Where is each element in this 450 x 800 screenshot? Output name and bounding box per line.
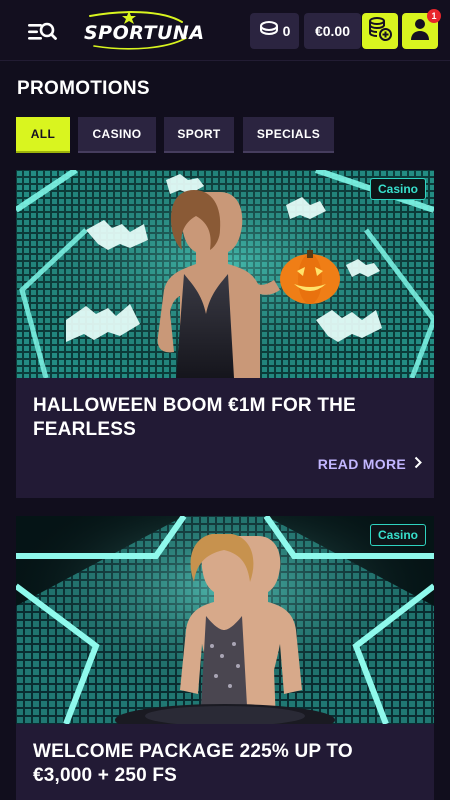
top-header: SPORTUNA 0 €0.00 1 xyxy=(0,0,450,61)
tab-label: SPORT xyxy=(177,127,221,141)
category-badge: Casino xyxy=(369,524,426,546)
promotion-image[interactable]: Casino xyxy=(16,170,434,378)
coins-count: 0 xyxy=(282,23,291,39)
coin-stack-icon xyxy=(259,20,279,43)
read-more-link[interactable]: READ MORE xyxy=(318,453,422,475)
promotion-image[interactable]: Casino xyxy=(16,516,434,724)
tab-label: ALL xyxy=(30,127,56,141)
notification-badge: 1 xyxy=(427,9,441,23)
promotion-card[interactable]: Casino WELCOME PACKAGE 225% UP TO €3,000… xyxy=(16,516,434,800)
page-title: PROMOTIONS xyxy=(17,78,150,99)
sportuna-logo[interactable]: SPORTUNA xyxy=(82,8,204,54)
read-more-label: READ MORE xyxy=(317,456,406,472)
category-badge: Casino xyxy=(369,178,426,200)
logo-text: SPORTUNA xyxy=(84,22,205,44)
profile-button[interactable]: 1 xyxy=(402,9,441,49)
promotion-title: HALLOWEEN BOOM €1M FOR THE FEARLESS xyxy=(33,395,356,440)
promotion-card[interactable]: Casino HALLOWEEN BOOM €1M FOR THE FEARLE… xyxy=(16,170,434,498)
tab-specials[interactable]: SPECIALS xyxy=(243,117,334,153)
tab-casino[interactable]: CASINO xyxy=(78,117,156,153)
chevron-right-icon xyxy=(414,456,422,472)
balance-amount: €0.00 xyxy=(314,23,351,39)
tab-label: SPECIALS xyxy=(256,127,321,141)
promotion-title: WELCOME PACKAGE 225% UP TO €3,000 + 250 … xyxy=(33,741,353,786)
coins-button[interactable]: 0 xyxy=(250,13,299,49)
deposit-button[interactable] xyxy=(362,13,398,49)
menu-search-icon[interactable] xyxy=(26,18,58,46)
deposit-coins-plus-icon xyxy=(367,16,393,47)
tab-all[interactable]: ALL xyxy=(16,117,70,153)
balance-button[interactable]: €0.00 xyxy=(304,13,361,49)
tab-label: CASINO xyxy=(92,127,142,141)
tab-sport[interactable]: SPORT xyxy=(164,117,234,153)
user-icon xyxy=(409,17,431,46)
